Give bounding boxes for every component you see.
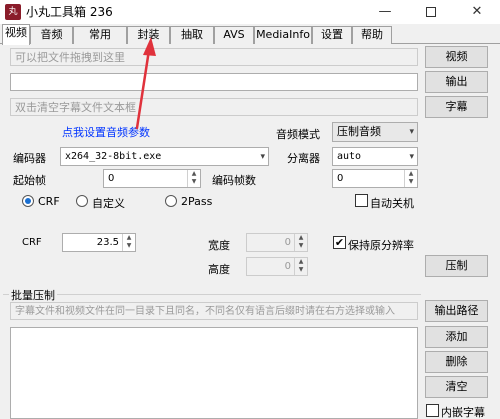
- annotation-arrow-head: [143, 37, 156, 56]
- annotation-arrow: [135, 37, 156, 130]
- annotation-arrow-shaft: [135, 48, 151, 130]
- tab-video[interactable]: 视频: [2, 24, 30, 45]
